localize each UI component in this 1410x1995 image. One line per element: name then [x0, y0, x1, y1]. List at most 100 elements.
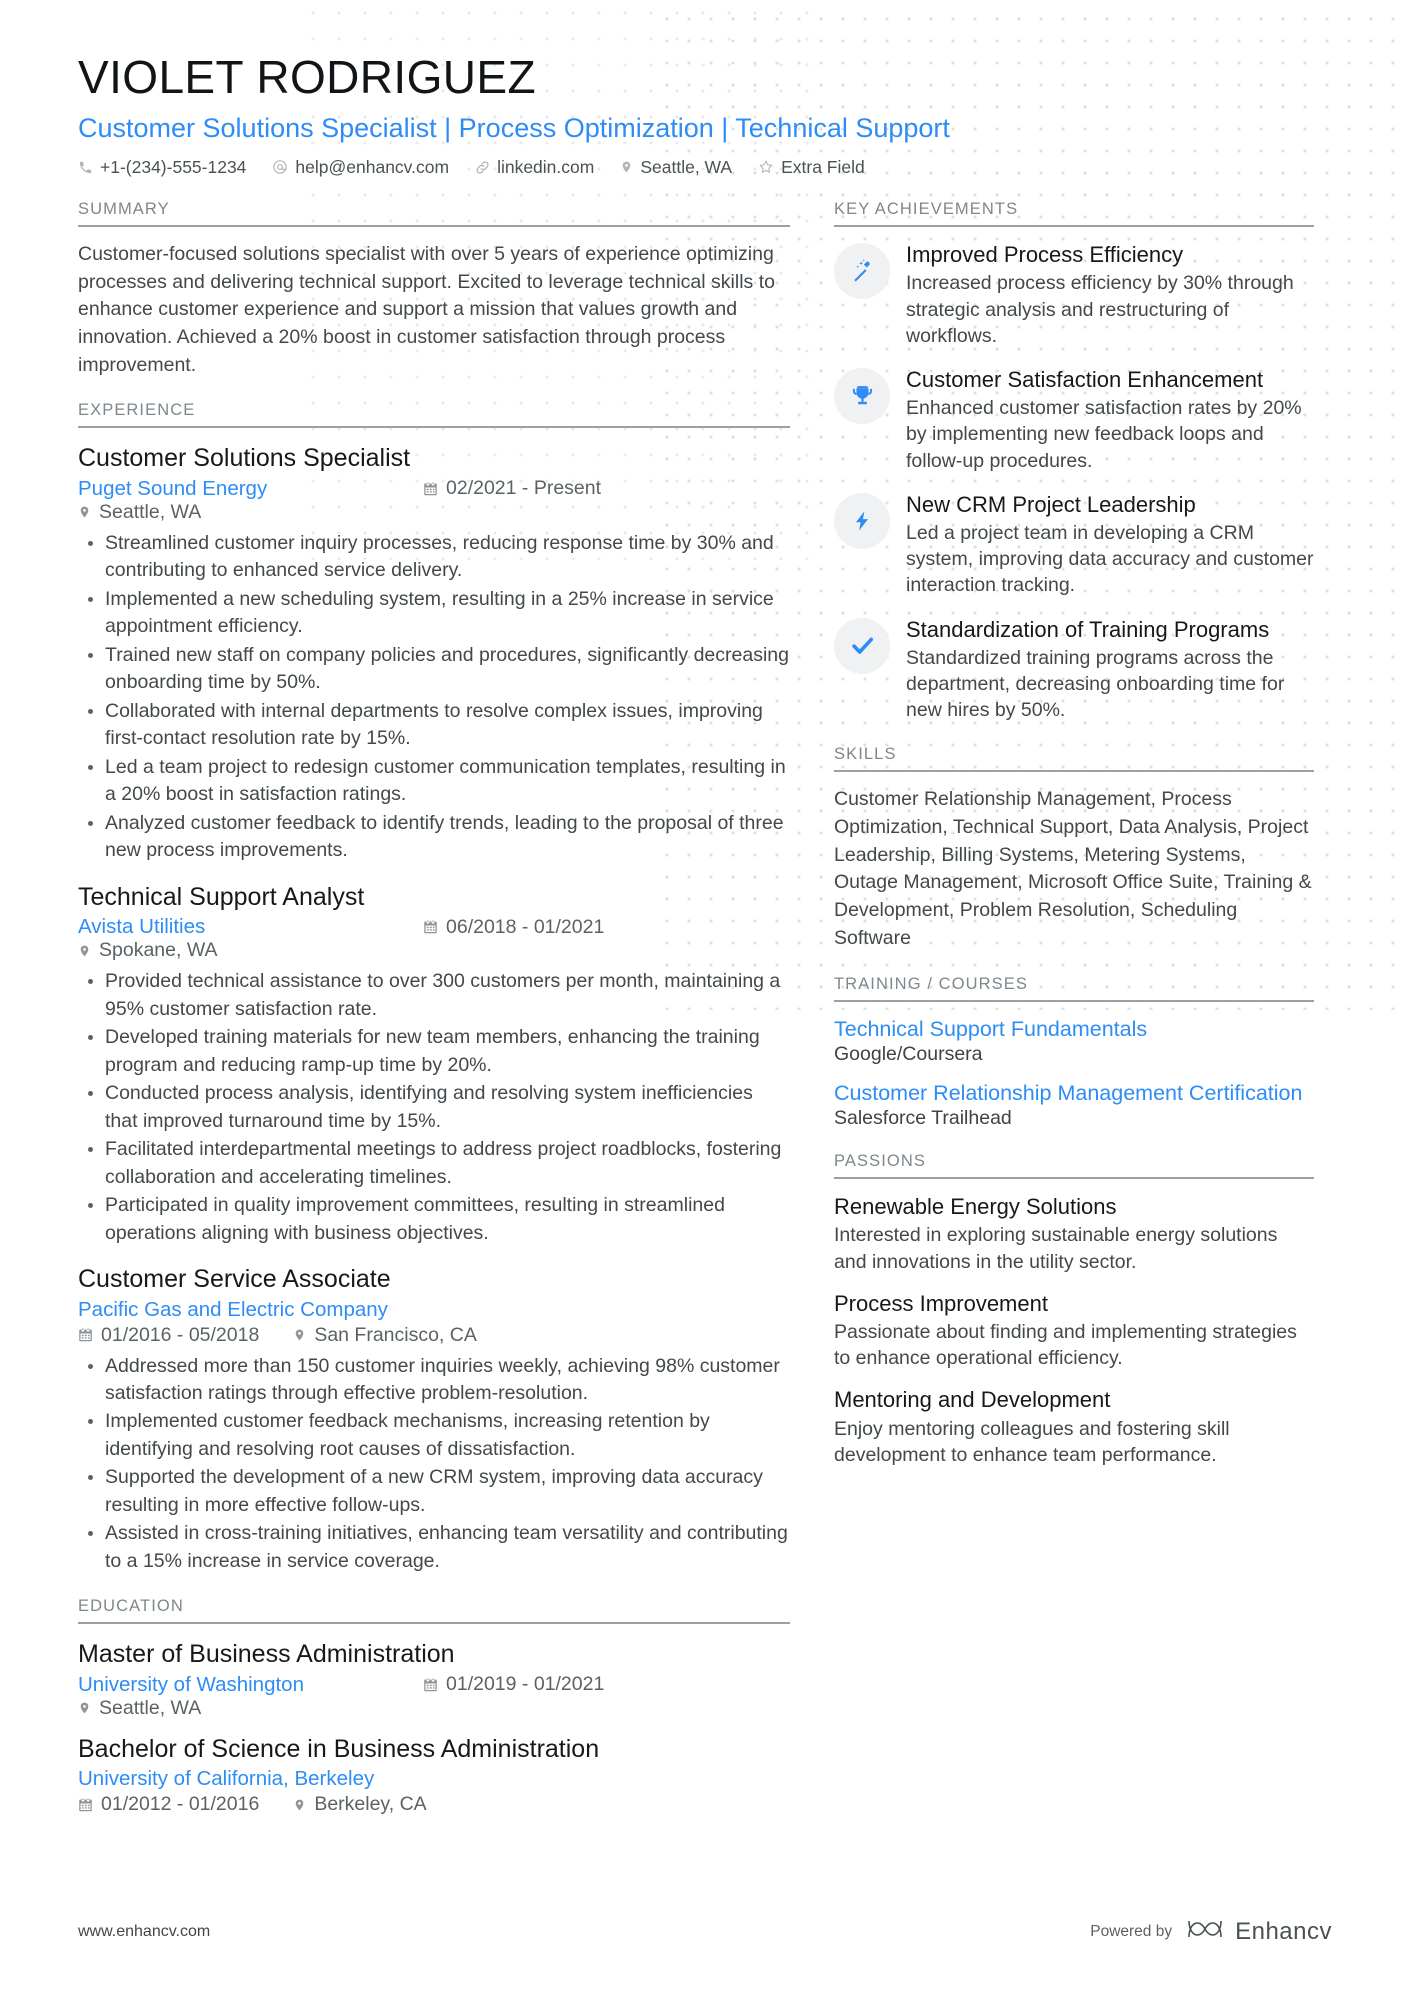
- section-divider: [834, 770, 1314, 773]
- achievement-description: Enhanced customer satisfaction rates by …: [906, 397, 1302, 472]
- summary-text: Customer-focused solutions specialist wi…: [78, 242, 775, 376]
- section-divider: [78, 426, 790, 429]
- job-meta: 01/2016 - 05/2018 San Francisco, CA: [78, 1324, 790, 1347]
- location-pin-icon: [620, 159, 633, 175]
- passion-item: Renewable Energy Solutions Interested in …: [834, 1193, 1314, 1275]
- experience-entry: Customer Service Associate Pacific Gas an…: [78, 1263, 790, 1575]
- magic-wand-icon: [849, 258, 875, 284]
- job-meta: Puget Sound Energy 02/2021 - Present Seatt…: [78, 477, 790, 524]
- trophy-icon: [850, 383, 875, 408]
- job-role: Customer Solutions Specialist: [78, 444, 411, 473]
- achievement-item: Standardization of Training Programs Stan…: [834, 616, 1314, 724]
- passion-description: Passionate about finding and implementin…: [834, 1321, 1297, 1370]
- achievement-description: Led a project team in developing a CRM s…: [906, 522, 1314, 597]
- job-bullet: Facilitated interdepartmental meetings t…: [78, 1136, 790, 1191]
- course-organization: Google/Coursera: [834, 1042, 983, 1065]
- experience-section-title: EXPERIENCE: [78, 401, 196, 420]
- job-bullet: Led a team project to redesign customer …: [78, 754, 790, 809]
- star-icon: [758, 159, 774, 175]
- education-section-title: EDUCATION: [78, 1597, 184, 1616]
- job-dates-text: 01/2016 - 05/2018: [101, 1323, 260, 1346]
- passion-title: Process Improvement: [834, 1290, 1048, 1316]
- contact-item[interactable]: linkedin.com: [475, 157, 594, 178]
- education-entry: Bachelor of Science in Business Administ…: [78, 1733, 790, 1817]
- job-bullet: Supported the development of a new CRM s…: [78, 1464, 790, 1519]
- footer-website-url[interactable]: www.enhancv.com: [78, 1923, 210, 1941]
- resume-columns: SUMMARY Customer-focused solutions speci…: [78, 200, 1332, 1838]
- resume-page: VIOLET RODRIGUEZ Customer Solutions Spec…: [0, 0, 1410, 1995]
- job-role: Customer Service Associate: [78, 1265, 391, 1293]
- course-item: Technical Support Fundamentals Google/Cou…: [834, 1016, 1314, 1066]
- contact-text: help@enhancv.com: [295, 156, 450, 177]
- course-name[interactable]: Technical Support Fundamentals: [834, 1016, 1314, 1042]
- achievement-icon-badge: [834, 492, 890, 549]
- experience-entry: Technical Support Analyst Avista Utilitie…: [78, 881, 790, 1247]
- check-icon: [849, 632, 876, 659]
- job-bullet-list: Provided technical assistance to over 30…: [78, 968, 790, 1247]
- job-bullet: Trained new staff on company policies an…: [78, 642, 790, 697]
- education-location: Seattle, WA: [78, 1697, 201, 1720]
- education-entry: Master of Business Administration Univers…: [78, 1638, 790, 1720]
- job-dates-text: 06/2018 - 01/2021: [446, 915, 605, 938]
- job-location: San Francisco, CA: [293, 1324, 477, 1347]
- contact-item[interactable]: Seattle, WA: [620, 157, 732, 178]
- email-icon: [272, 159, 288, 175]
- job-company[interactable]: Pacific Gas and Electric Company: [78, 1298, 790, 1322]
- passion-item: Mentoring and Development Enjoy mentoring…: [834, 1386, 1314, 1468]
- training-section-title: TRAINING / COURSES: [834, 974, 1028, 993]
- job-bullet-list: Streamlined customer inquiry processes, …: [78, 530, 790, 865]
- summary-section: SUMMARY Customer-focused solutions speci…: [78, 200, 790, 379]
- education-section: EDUCATION Master of Business Administrat…: [78, 1597, 790, 1816]
- contact-text: linkedin.com: [497, 156, 595, 177]
- passions-section-title: PASSIONS: [834, 1151, 926, 1170]
- course-item: Customer Relationship Management Certifi…: [834, 1080, 1314, 1130]
- page-footer: www.enhancv.com Powered by Enhancv: [78, 1916, 1332, 1947]
- job-bullet: Assisted in cross-training initiatives, …: [78, 1520, 790, 1575]
- calendar-icon: [78, 1327, 93, 1343]
- job-company[interactable]: Puget Sound Energy: [78, 477, 423, 501]
- job-bullet: Provided technical assistance to over 30…: [78, 968, 790, 1023]
- location-pin-icon: [293, 1797, 306, 1813]
- contact-text: Seattle, WA: [640, 156, 733, 177]
- course-name[interactable]: Customer Relationship Management Certifi…: [834, 1080, 1314, 1106]
- job-bullet: Participated in quality improvement comm…: [78, 1192, 790, 1247]
- job-company[interactable]: Avista Utilities: [78, 915, 423, 939]
- education-school[interactable]: University of Washington: [78, 1673, 423, 1697]
- contact-item[interactable]: Extra Field: [758, 157, 865, 178]
- enhancv-brand-name: Enhancv: [1235, 1917, 1332, 1945]
- experience-section: EXPERIENCE Customer Solutions Specialist…: [78, 401, 790, 1575]
- job-location: Seattle, WA: [78, 501, 201, 524]
- job-bullet: Addressed more than 150 customer inquiri…: [78, 1353, 790, 1408]
- experience-entry: Customer Solutions Specialist Puget Sound…: [78, 442, 790, 864]
- passion-description: Enjoy mentoring colleagues and fostering…: [834, 1417, 1230, 1467]
- achievement-title: New CRM Project Leadership: [906, 491, 1196, 517]
- contact-item[interactable]: help@enhancv.com: [272, 157, 449, 178]
- experience-list: Customer Solutions Specialist Puget Sound…: [78, 442, 790, 1575]
- section-divider: [834, 224, 1314, 227]
- education-school[interactable]: University of California, Berkeley: [78, 1767, 790, 1791]
- achievements-section-title: KEY ACHIEVEMENTS: [834, 199, 1019, 218]
- calendar-icon: [78, 1797, 93, 1813]
- contact-row: +1-(234)-555-1234 help@enhancv.com linkedi…: [78, 157, 1332, 178]
- location-pin-icon: [78, 943, 91, 959]
- location-pin-icon: [78, 1700, 91, 1716]
- job-bullet: Analyzed customer feedback to identify t…: [78, 810, 790, 865]
- job-dates: 02/2021 - Present: [423, 477, 601, 500]
- calendar-icon: [423, 919, 438, 935]
- achievement-title: Improved Process Efficiency: [906, 241, 1184, 267]
- achievement-description: Increased process efficiency by 30% thro…: [906, 272, 1294, 347]
- job-location-text: Spokane, WA: [99, 939, 218, 962]
- achievements-list: Improved Process Efficiency Increased pro…: [834, 241, 1314, 724]
- resume-content: VIOLET RODRIGUEZ Customer Solutions Spec…: [0, 0, 1410, 1838]
- job-bullet: Conducted process analysis, identifying …: [78, 1080, 790, 1135]
- contact-item[interactable]: +1-(234)-555-1234: [78, 157, 246, 178]
- achievement-item: New CRM Project Leadership Led a project …: [834, 491, 1314, 599]
- job-bullet-list: Addressed more than 150 customer inquiri…: [78, 1353, 790, 1576]
- passion-title: Renewable Energy Solutions: [834, 1193, 1117, 1219]
- achievements-section: KEY ACHIEVEMENTS Improved Process Effici…: [834, 200, 1314, 724]
- contact-text: +1-(234)-555-1234: [100, 156, 247, 177]
- powered-by-label: Powered by: [1090, 1922, 1173, 1940]
- achievement-body: New CRM Project Leadership Led a project …: [906, 491, 1314, 599]
- job-location-text: San Francisco, CA: [314, 1323, 477, 1346]
- enhancv-logo-icon: [1186, 1916, 1226, 1947]
